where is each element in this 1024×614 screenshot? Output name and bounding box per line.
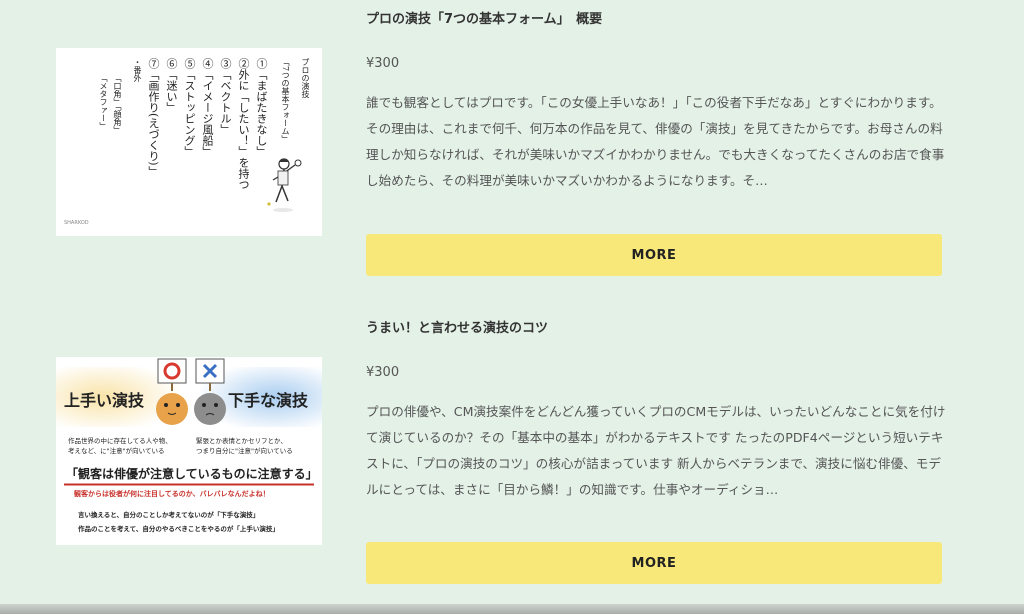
product-info: プロの演技「7つの基本フォーム」 概要 ¥300 誰でも観客としてはプロです。「… bbox=[366, 13, 946, 220]
thumbnail-mark: SHARKOD bbox=[64, 220, 89, 226]
thumbnail-bangai: ・番外 bbox=[133, 58, 142, 82]
product-price: ¥300 bbox=[366, 365, 400, 380]
thumbnail-bottom-text: 言い換えると、自分のことしか考えてないのが「下手な演技」 bbox=[78, 511, 260, 519]
product-info: うまい！と言わせる演技のコツ ¥300 プロの俳優や、CM演技案件をどんどん獲っ… bbox=[366, 322, 946, 529]
thumbnail-item: ②外に「したい！」を持つ bbox=[237, 58, 250, 190]
thumbnail-bottom-text: 作品のことを考えて、自分のやるべきことをやるのが「上手い演技」 bbox=[78, 525, 279, 533]
thumbnail-main-text: 「観客は俳優が注意しているものに注意する」 bbox=[66, 467, 318, 481]
more-button[interactable]: MORE bbox=[366, 542, 942, 584]
good-acting-label: 上手い演技 bbox=[64, 391, 145, 410]
thumbnail-item: ⑦「画作り(えづくり)」 bbox=[147, 58, 160, 177]
actor-illustration-icon bbox=[267, 158, 302, 212]
bad-acting-label: 下手な演技 bbox=[227, 391, 308, 410]
product-title[interactable]: プロの演技「7つの基本フォーム」 概要 bbox=[366, 13, 946, 26]
product-thumbnail[interactable]: 上手い演技 下手な演技 作品世界の中に存在してる人や物、 考えなど、に"注意"が… bbox=[56, 357, 322, 545]
thumbnail-divider bbox=[64, 483, 314, 486]
thumbnail-note: 作品世界の中に存在してる人や物、 bbox=[68, 437, 172, 445]
thumbnail-bangai-item: 「メタファー」 bbox=[99, 74, 108, 130]
product-thumbnail[interactable]: プロの演技 「7つの基本フォーム」 ①「まばたきなし」 ②外に「したい！」を持つ… bbox=[56, 48, 322, 236]
thumbnail-item: ⑥「迷い」 bbox=[165, 58, 178, 113]
thumbnail-bangai-item: 「口角」「顔角」 bbox=[113, 74, 122, 134]
window-bottom-edge bbox=[0, 604, 1024, 614]
thumbnail-item: ④「イメージ風船」 bbox=[201, 58, 214, 157]
thumbnail-item: ⑤「ストッピング」 bbox=[183, 58, 196, 157]
product-card: プロの演技 「7つの基本フォーム」 ①「まばたきなし」 ②外に「したい！」を持つ… bbox=[0, 0, 1024, 300]
thumbnail-note: 緊張とか表情とかセリフとか、 bbox=[196, 437, 287, 445]
more-button[interactable]: MORE bbox=[366, 234, 942, 276]
product-list-page: プロの演技 「7つの基本フォーム」 ①「まばたきなし」 ②外に「したい！」を持つ… bbox=[0, 0, 1024, 614]
product-card: 上手い演技 下手な演技 作品世界の中に存在してる人や物、 考えなど、に"注意"が… bbox=[0, 306, 1024, 606]
product-price: ¥300 bbox=[366, 56, 400, 71]
product-description: 誰でも観客としてはプロです。「この女優上手いなあ！」「この役者下手だなあ」とすぐ… bbox=[366, 95, 945, 188]
product-title[interactable]: うまい！と言わせる演技のコツ bbox=[366, 322, 946, 335]
thumbnail-item: ③「ベクトル」 bbox=[219, 58, 232, 135]
product-description: プロの俳優や、CM演技案件をどんどん獲っていくプロのCMモデルは、いったいどんな… bbox=[366, 404, 946, 497]
thumbnail-note: 考えなど、に"注意"が向いている bbox=[68, 447, 165, 455]
thumbnail-red-text: 観客からは役者が何に注目してるのか、バレバレなんだよね！ bbox=[74, 490, 270, 498]
thumbnail-note: つまり自分に"注意"が向いている bbox=[196, 447, 293, 455]
